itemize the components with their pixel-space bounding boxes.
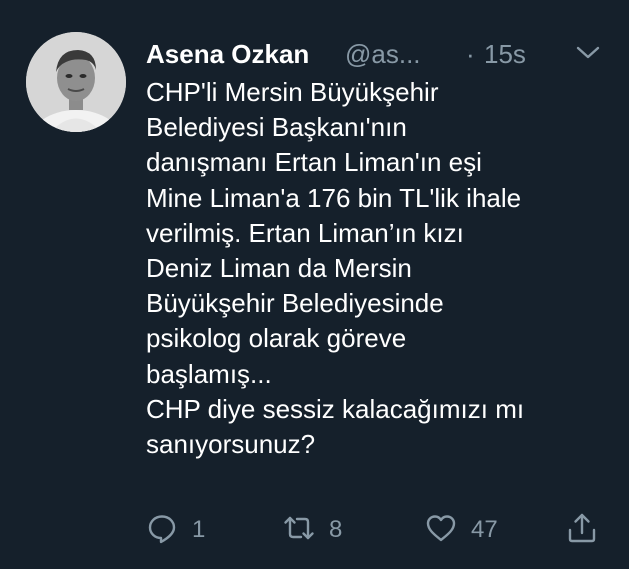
tweet-text-line: CHP diye sessiz kalacağımızı mı bbox=[146, 393, 525, 424]
chevron-down-icon[interactable] bbox=[575, 40, 601, 66]
separator-dot: · bbox=[466, 39, 475, 69]
share-icon bbox=[566, 512, 598, 549]
tweet-header: Asena Ozkan @as... · 15s bbox=[146, 36, 609, 72]
tweet-text-line: danışmanı Ertan Liman'ın eşi bbox=[146, 147, 482, 178]
reply-button[interactable]: 1 bbox=[146, 508, 205, 552]
tweet-text-line: Belediyesi Başkanı'nın bbox=[146, 112, 407, 143]
tweet-text-line: başlamış... bbox=[146, 358, 272, 389]
action-bar: 1 8 47 bbox=[0, 508, 629, 552]
tweet-text: CHP'li Mersin Büyükşehir Belediyesi Başk… bbox=[146, 75, 616, 462]
tweet-text-line: CHP'li Mersin Büyükşehir bbox=[146, 77, 439, 107]
avatar[interactable] bbox=[26, 32, 126, 132]
tweet-text-line: verilmiş. Ertan Liman’ın kızı bbox=[146, 217, 464, 248]
retweet-button[interactable]: 8 bbox=[283, 508, 342, 552]
author-handle[interactable]: @as... bbox=[345, 36, 421, 72]
retweet-count: 8 bbox=[329, 516, 343, 543]
reply-icon bbox=[146, 512, 178, 549]
avatar-photo bbox=[26, 32, 126, 132]
tweet[interactable]: Asena Ozkan @as... · 15s CHP'li Mersin B… bbox=[0, 0, 629, 569]
tweet-text-line: Büyükşehir Belediyesinde bbox=[146, 288, 444, 319]
tweet-text-line: psikolog olarak göreve bbox=[146, 323, 407, 354]
share-button[interactable] bbox=[566, 508, 598, 552]
tweet-text-line: Mine Liman'a 176 bin TL'lik ihale bbox=[146, 182, 522, 213]
like-count: 47 bbox=[471, 516, 498, 543]
tweet-text-line: sanıyorsunuz? bbox=[146, 429, 316, 460]
retweet-icon bbox=[283, 512, 315, 549]
heart-icon bbox=[425, 512, 457, 549]
tweet-text-line: Deniz Liman da Mersin bbox=[146, 253, 412, 284]
timestamp[interactable]: 15s bbox=[484, 36, 526, 72]
author-name[interactable]: Asena Ozkan bbox=[146, 36, 309, 72]
like-button[interactable]: 47 bbox=[425, 508, 498, 552]
reply-count: 1 bbox=[192, 516, 206, 543]
